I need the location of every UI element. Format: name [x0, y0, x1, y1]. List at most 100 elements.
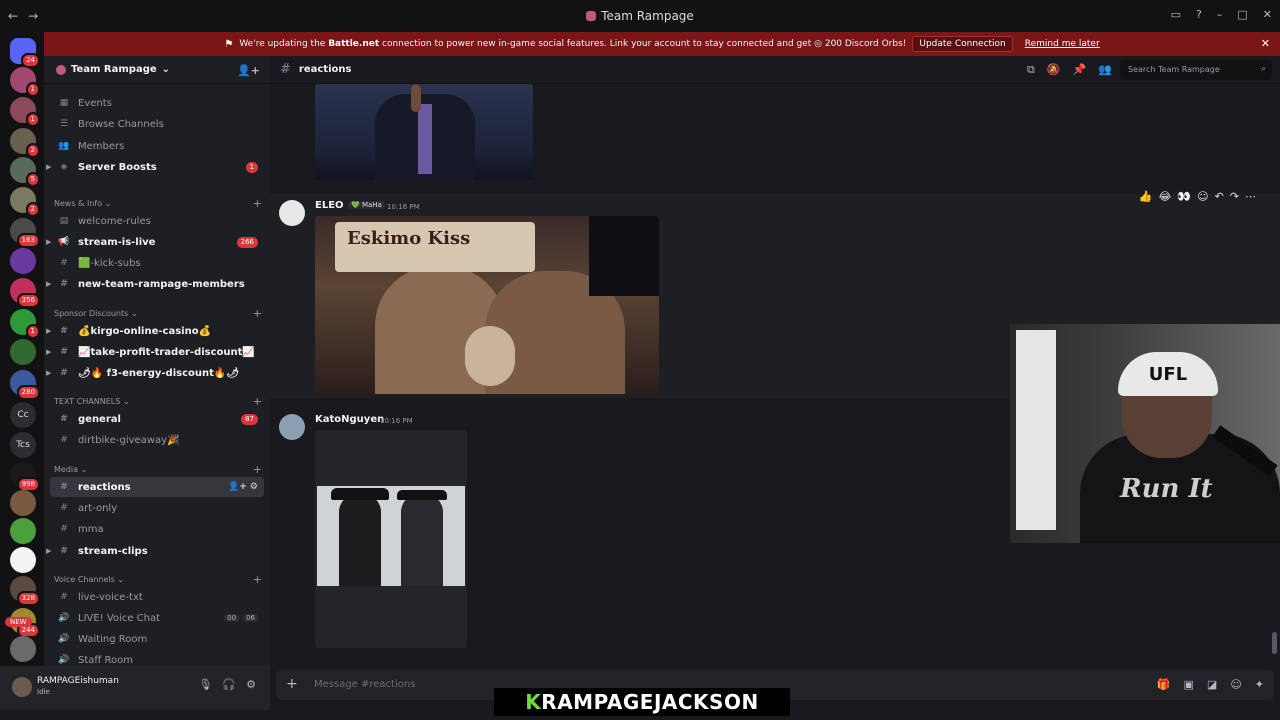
close-banner-icon[interactable]: ✕ — [1261, 37, 1270, 50]
channel-stream-clips[interactable]: ▶ # stream-clips — [46, 541, 264, 561]
server-icon[interactable]: 24 — [10, 38, 40, 68]
more-icon[interactable]: ⋯ — [1245, 190, 1256, 203]
server-icon[interactable] — [10, 518, 36, 544]
server-icon[interactable]: 1 — [10, 67, 40, 97]
server-icon[interactable] — [10, 490, 36, 516]
add-reaction-icon[interactable]: ☺ — [1197, 190, 1208, 203]
server-icon[interactable]: 280 — [10, 370, 40, 400]
channel-welcome-rules[interactable]: ▤ welcome-rules — [50, 211, 264, 231]
remind-later-link[interactable]: Remind me later — [1025, 39, 1100, 49]
server-icon[interactable]: 998 — [10, 462, 40, 492]
nav-events[interactable]: ▦ Events — [50, 93, 264, 113]
server-initials: Tcs — [16, 440, 30, 450]
server-icon[interactable]: Cc — [10, 402, 36, 428]
server-icon[interactable]: 5 — [10, 157, 40, 187]
sticker-icon[interactable]: ◪ — [1207, 678, 1217, 691]
server-icon[interactable] — [10, 547, 36, 573]
scrollbar-thumb[interactable] — [1272, 632, 1277, 654]
server-icon[interactable]: 328 — [10, 576, 40, 606]
server-icon[interactable]: 163 — [10, 218, 40, 248]
channel-take-profit[interactable]: ▶ # 📈take-profit-trader-discount📈 — [46, 342, 264, 362]
channel-settings-icons[interactable]: 👤+ ⚙ — [228, 482, 258, 492]
mute-bell-icon[interactable]: 🔕 — [1047, 63, 1061, 77]
category-media[interactable]: Media ⌄ + — [54, 462, 264, 476]
message-author[interactable]: KatoNguyen — [315, 414, 384, 425]
add-channel-icon[interactable]: + — [253, 197, 262, 210]
reaction-icon[interactable]: 😂 — [1159, 190, 1172, 203]
channel-new-members[interactable]: ▶ # new-team-rampage-members — [46, 274, 264, 294]
search-input[interactable]: Search Team Rampage ⌕ — [1120, 60, 1272, 80]
maximize-button[interactable]: □ — [1237, 8, 1247, 21]
apps-icon[interactable]: ✦ — [1255, 678, 1264, 691]
category-text-channels[interactable]: TEXT CHANNELS ⌄ + — [54, 394, 264, 408]
add-channel-icon[interactable]: + — [253, 307, 262, 320]
minimize-button[interactable]: – — [1217, 8, 1223, 21]
pin-icon[interactable]: 📌 — [1073, 63, 1087, 77]
server-mention-badge: 1 — [25, 324, 40, 339]
message-gif-attachment[interactable]: Eskimo Kiss — [315, 216, 659, 394]
server-icon[interactable]: Tcs — [10, 432, 36, 458]
gif-icon[interactable]: ▣ — [1184, 678, 1194, 691]
channel-live-voice-txt[interactable]: # live-voice-txt — [50, 587, 264, 607]
message-input[interactable]: Message #reactions — [314, 679, 415, 690]
caret-right-icon: ▶ — [46, 238, 52, 246]
invite-people-icon[interactable]: 👤+ — [237, 64, 260, 77]
category-voice-channels[interactable]: Voice Channels ⌄ + — [54, 572, 264, 586]
user-status: Idle — [37, 688, 50, 696]
channel-stream-is-live[interactable]: ▶ 📢 stream-is-live 266 — [46, 232, 264, 252]
channel-reactions[interactable]: # reactions 👤+ ⚙ — [50, 477, 264, 497]
microphone-icon[interactable]: 🎙 — [198, 678, 212, 691]
server-icon[interactable]: 1 — [10, 97, 40, 127]
server-icon[interactable] — [10, 636, 36, 662]
channel-kick-subs[interactable]: # 🟩-kick-subs — [50, 253, 264, 273]
gear-icon[interactable]: ⚙ — [246, 678, 256, 691]
background-door — [1016, 330, 1056, 530]
voice-live-chat[interactable]: 🔊 LIVE! Voice Chat 00 06 — [50, 608, 264, 628]
add-channel-icon[interactable]: + — [253, 395, 262, 408]
nav-browse-channels[interactable]: ☰ Browse Channels — [50, 114, 264, 134]
server-icon[interactable]: 2 — [10, 187, 40, 217]
username[interactable]: RAMPAGEishuman — [37, 676, 119, 686]
author-avatar[interactable] — [279, 200, 305, 226]
server-icon[interactable] — [10, 248, 36, 274]
reply-icon[interactable]: ↶ — [1215, 190, 1224, 203]
update-connection-button[interactable]: Update Connection — [912, 36, 1013, 52]
voice-waiting-room[interactable]: 🔊 Waiting Room — [50, 629, 264, 649]
add-channel-icon[interactable]: + — [253, 573, 262, 586]
channel-dirtbike-giveaway[interactable]: # dirtbike-giveaway🎉 — [50, 430, 264, 450]
hash-icon: # — [60, 368, 68, 378]
author-avatar[interactable] — [279, 414, 305, 440]
server-header[interactable]: Team Rampage ⌄ 👤+ — [44, 56, 270, 84]
hash-icon: # — [60, 326, 68, 336]
nav-server-boosts[interactable]: ▶ ◈ Server Boosts 1 — [46, 157, 264, 177]
headphones-icon[interactable]: 🎧 — [222, 678, 236, 691]
channel-art-only[interactable]: # art-only — [50, 498, 264, 518]
message-image-attachment[interactable] — [315, 430, 467, 648]
emoji-icon[interactable]: ☺ — [1230, 678, 1241, 691]
nav-members[interactable]: 👥 Members — [50, 136, 264, 156]
message-image-attachment[interactable] — [315, 84, 533, 180]
threads-icon[interactable]: ⧉ — [1027, 63, 1035, 77]
thumbs-up-icon[interactable]: 👍 — [1139, 190, 1153, 203]
server-icon[interactable]: 356 — [10, 278, 40, 308]
server-icon[interactable] — [10, 339, 36, 365]
add-channel-icon[interactable]: + — [253, 463, 262, 476]
category-sponsor-discounts[interactable]: Sponsor Discounts ⌄ + — [54, 306, 264, 320]
user-avatar[interactable] — [12, 677, 32, 697]
member-list-icon[interactable]: 👥 — [1098, 63, 1112, 77]
channel-kirgo-casino[interactable]: ▶ # 💰kirgo-online-casino💰 — [46, 321, 264, 341]
channel-f3-energy[interactable]: ▶ # 🌶🔥 f3-energy-discount🔥🌶 — [46, 363, 264, 383]
server-icon[interactable]: 1 — [10, 309, 40, 339]
forward-icon[interactable]: ↷ — [1230, 190, 1239, 203]
eyes-icon[interactable]: 👀 — [1177, 190, 1191, 203]
category-news-info[interactable]: News & Info ⌄ + — [54, 196, 264, 210]
channel-mma[interactable]: # mma — [50, 519, 264, 539]
message-author[interactable]: ELEO — [315, 200, 344, 211]
server-icon[interactable]: 2 — [10, 128, 40, 158]
attach-plus-icon[interactable]: + — [286, 676, 298, 692]
close-window-button[interactable]: ✕ — [1263, 8, 1272, 21]
channel-general[interactable]: # general 87 — [50, 409, 264, 429]
help-icon[interactable]: ? — [1196, 8, 1202, 21]
gift-icon[interactable]: 🎁 — [1157, 678, 1171, 691]
inbox-icon[interactable]: ▭ — [1171, 8, 1181, 21]
